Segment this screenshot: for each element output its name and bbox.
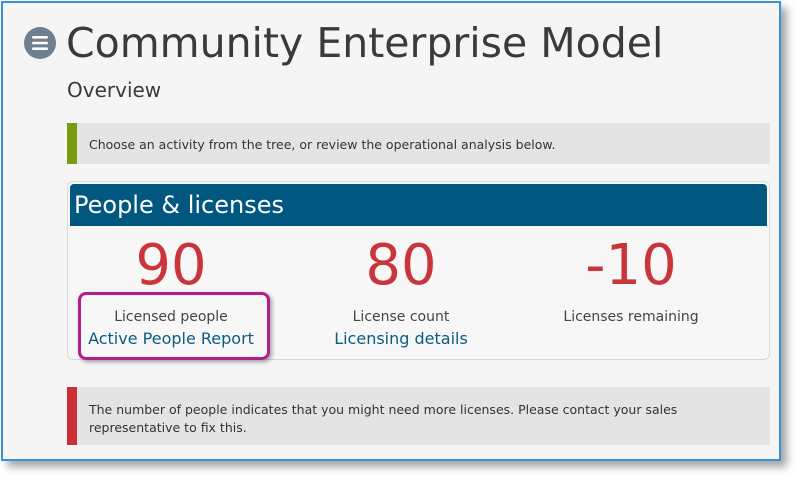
menu-lines-glyph xyxy=(32,36,48,50)
warning-notice-accent-bar xyxy=(67,387,77,445)
info-notice: Choose an activity from the tree, or rev… xyxy=(67,123,770,164)
metric-label: Licensed people xyxy=(114,309,228,325)
metric-license-count: 80 License count Licensing details xyxy=(286,230,516,351)
people-licenses-card: People & licenses 90 Licensed people Act… xyxy=(67,181,770,360)
page-subtitle: Overview xyxy=(67,78,162,102)
licensing-details-link[interactable]: Licensing details xyxy=(286,327,516,351)
page-title: Community Enterprise Model xyxy=(66,19,664,67)
info-notice-text: Choose an activity from the tree, or rev… xyxy=(89,137,556,152)
info-notice-accent-bar xyxy=(67,123,77,164)
metric-licenses-remaining: -10 Licenses remaining xyxy=(516,230,746,327)
metric-value: 90 xyxy=(135,233,207,298)
card-title: People & licenses xyxy=(70,184,767,226)
hamburger-menu-icon[interactable] xyxy=(24,27,56,59)
metric-value: -10 xyxy=(585,233,677,298)
metric-label: License count xyxy=(352,309,450,325)
metric-value: 80 xyxy=(365,233,437,298)
warning-notice-text: The number of people indicates that you … xyxy=(89,402,678,436)
metric-licensed-people: 90 Licensed people Active People Report xyxy=(56,230,286,351)
metric-label: Licenses remaining xyxy=(563,309,699,325)
active-people-report-link[interactable]: Active People Report xyxy=(56,327,286,351)
warning-notice: The number of people indicates that you … xyxy=(67,387,770,445)
